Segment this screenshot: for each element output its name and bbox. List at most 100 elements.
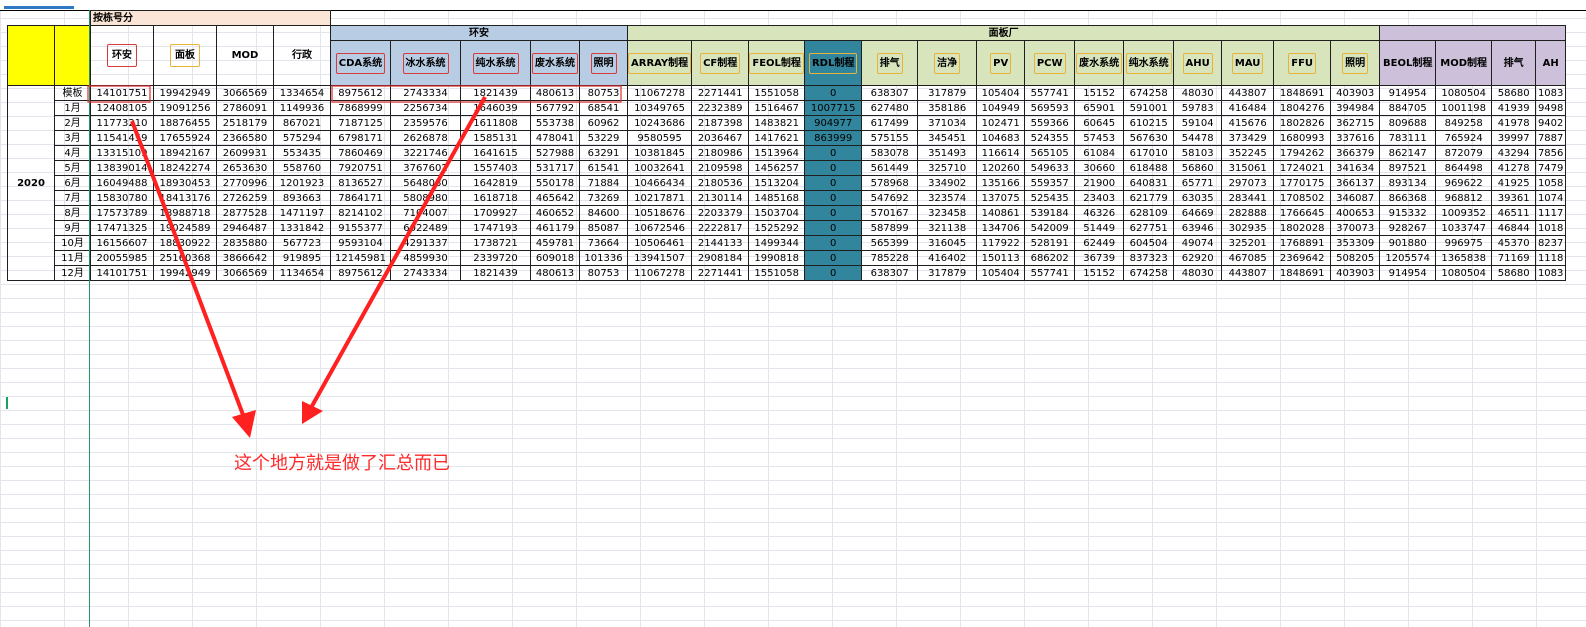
data-cell[interactable]: 1848691 [1273,265,1332,281]
data-cell[interactable]: 863999 [804,130,863,146]
data-cell[interactable]: 68541 [579,100,628,116]
data-cell[interactable]: 893663 [273,190,331,206]
data-cell[interactable]: 46844 [1491,220,1537,236]
data-cell[interactable]: 587899 [861,220,919,236]
col-header-17[interactable]: 废水系统 [1074,40,1125,86]
data-cell[interactable]: 1770175 [1273,175,1332,191]
data-cell[interactable]: 2271441 [691,85,750,101]
data-cell[interactable]: 1499344 [748,235,806,251]
data-cell[interactable]: 2369642 [1273,250,1332,266]
row-label[interactable]: 5月 [54,160,91,176]
data-cell[interactable]: 7187125 [330,115,391,131]
data-cell[interactable]: 996975 [1435,235,1493,251]
data-cell[interactable]: 2222817 [691,220,750,236]
data-cell[interactable]: 1618718 [460,190,531,206]
data-cell[interactable]: 54478 [1173,130,1223,146]
data-cell[interactable]: 325710 [917,160,978,176]
data-cell[interactable]: 2653630 [216,160,274,176]
data-cell[interactable]: 315061 [1221,160,1275,176]
data-cell[interactable]: 9593104 [330,235,391,251]
data-cell[interactable]: 1018 [1535,220,1567,236]
data-cell[interactable]: 553738 [530,115,580,131]
data-cell[interactable]: 1641615 [460,145,531,161]
data-cell[interactable]: 6022489 [390,220,461,236]
data-cell[interactable]: 3767602 [390,160,461,176]
data-cell[interactable]: 351493 [917,145,978,161]
col-header-24[interactable]: MOD制程 [1435,40,1493,86]
data-cell[interactable]: 11067278 [626,265,693,281]
data-cell[interactable]: 102471 [976,115,1026,131]
data-cell[interactable]: 550178 [530,175,580,191]
col-header-7[interactable]: 废水系统 [530,40,580,86]
data-cell[interactable]: 8975612 [330,265,391,281]
data-cell[interactable]: 1083 [1535,265,1567,281]
data-cell[interactable]: 557741 [1024,85,1076,101]
data-cell[interactable]: 150113 [976,250,1026,266]
data-cell[interactable]: 1058 [1535,175,1567,191]
row-label[interactable]: 3月 [54,130,91,146]
data-cell[interactable]: 928267 [1379,220,1437,236]
data-cell[interactable]: 914954 [1379,85,1437,101]
data-cell[interactable]: 39361 [1491,190,1537,206]
data-cell[interactable]: 4291337 [390,235,461,251]
data-cell[interactable]: 7868999 [330,100,391,116]
data-cell[interactable]: 617010 [1123,145,1175,161]
data-cell[interactable]: 621779 [1123,190,1175,206]
data-cell[interactable]: 867021 [273,115,331,131]
data-cell[interactable]: 1642819 [460,175,531,191]
data-cell[interactable]: 862147 [1379,145,1437,161]
col-header-16[interactable]: PCW [1024,40,1076,86]
data-cell[interactable]: 0 [804,145,863,161]
data-cell[interactable]: 1205574 [1379,250,1437,266]
data-cell[interactable]: 569593 [1024,100,1076,116]
data-cell[interactable]: 1033747 [1435,220,1493,236]
col-header-8[interactable]: 照明 [579,40,628,86]
data-cell[interactable]: 1709927 [460,205,531,221]
row-label[interactable]: 1月 [54,100,91,116]
data-cell[interactable]: 18830922 [153,235,217,251]
col-header-12[interactable]: RDL制程 [804,40,863,86]
data-cell[interactable]: 71884 [579,175,628,191]
data-cell[interactable]: 18942167 [153,145,217,161]
data-cell[interactable]: 1134654 [273,265,331,281]
col-header-9[interactable]: ARRAY制程 [626,40,693,86]
data-cell[interactable]: 48030 [1173,85,1223,101]
col-header-14[interactable]: 洁净 [917,40,978,86]
data-cell[interactable]: 1485168 [748,190,806,206]
data-cell[interactable]: 2366580 [216,130,274,146]
year-cell[interactable]: 2020 [7,85,55,281]
data-cell[interactable]: 1074 [1535,190,1567,206]
data-cell[interactable]: 63946 [1173,220,1223,236]
data-cell[interactable]: 10243686 [626,115,693,131]
row-label[interactable]: 4月 [54,145,91,161]
col-header-19[interactable]: AHU [1173,40,1223,86]
data-cell[interactable]: 7104007 [390,205,461,221]
data-cell[interactable]: 3221746 [390,145,461,161]
data-cell[interactable]: 1201923 [273,175,331,191]
data-cell[interactable]: 317879 [917,265,978,281]
col-header-huanan[interactable]: 环安 [90,25,154,86]
data-cell[interactable]: 1334654 [273,85,331,101]
data-cell[interactable]: 609018 [530,250,580,266]
data-cell[interactable]: 7860469 [330,145,391,161]
data-cell[interactable]: 11773210 [90,115,154,131]
data-cell[interactable]: 15152 [1074,85,1125,101]
data-cell[interactable]: 1525292 [748,220,806,236]
data-cell[interactable]: 558760 [273,160,331,176]
data-cell[interactable]: 45370 [1491,235,1537,251]
data-cell[interactable]: 686202 [1024,250,1076,266]
data-cell[interactable]: 443807 [1221,265,1275,281]
data-cell[interactable]: 416484 [1221,100,1275,116]
data-cell[interactable]: 20055985 [90,250,154,266]
data-cell[interactable]: 17655924 [153,130,217,146]
data-cell[interactable]: 58680 [1491,265,1537,281]
data-cell[interactable]: 341634 [1330,160,1381,176]
data-cell[interactable]: 8214102 [330,205,391,221]
data-cell[interactable]: 19942949 [153,85,217,101]
col-header-10[interactable]: CF制程 [691,40,750,86]
data-cell[interactable]: 14101751 [90,265,154,281]
col-header-13[interactable]: 排气 [861,40,919,86]
data-cell[interactable]: 19942949 [153,265,217,281]
data-cell[interactable]: 101336 [579,250,628,266]
data-cell[interactable]: 317879 [917,85,978,101]
